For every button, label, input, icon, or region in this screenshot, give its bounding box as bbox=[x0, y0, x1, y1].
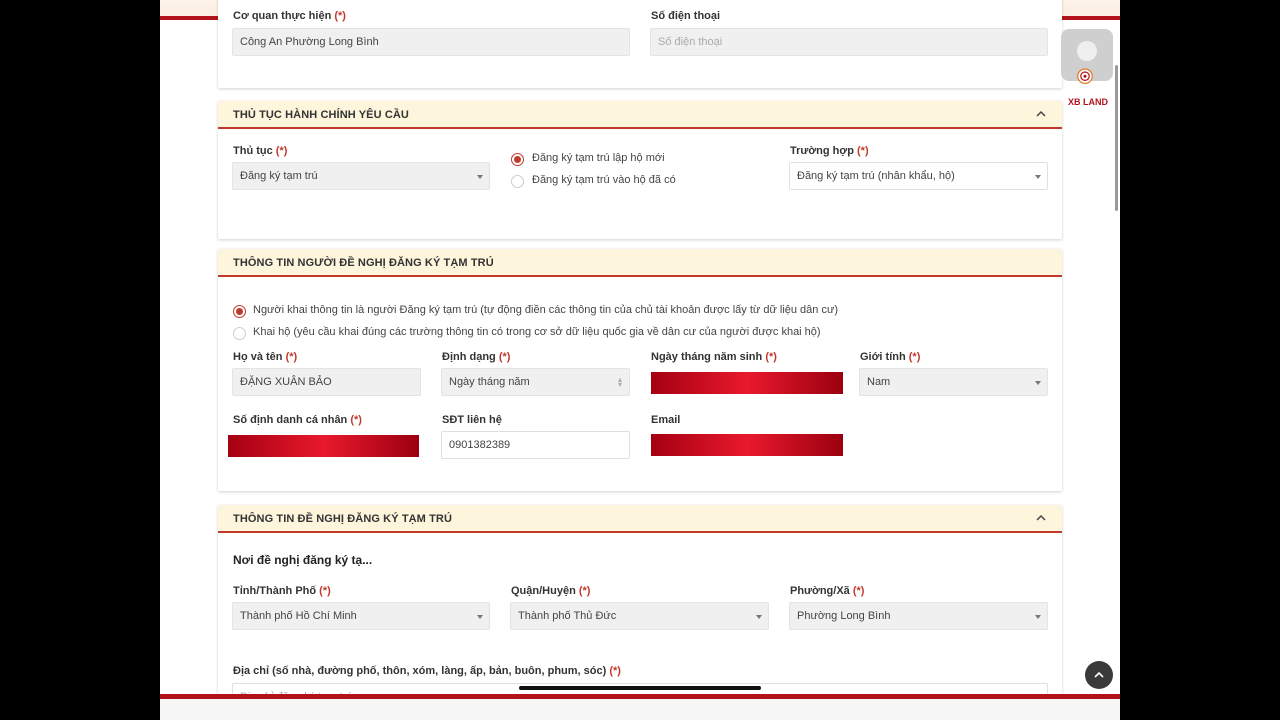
chevron-up-icon[interactable] bbox=[1034, 511, 1048, 525]
xb-land-logo bbox=[1077, 68, 1093, 84]
ward-select[interactable]: Phường Long Bình bbox=[789, 602, 1048, 630]
province-label: Tỉnh/Thành Phố (*) bbox=[233, 585, 331, 597]
chevron-down-icon bbox=[1035, 381, 1041, 385]
address-label: Địa chỉ (số nhà, đường phố, thôn, xóm, l… bbox=[233, 665, 621, 677]
procedure-select[interactable]: Đăng ký tạm trú bbox=[232, 162, 490, 190]
radio-self-declare[interactable] bbox=[233, 305, 246, 318]
radio-self-declare-label[interactable]: Người khai thông tin là người Đăng ký tạ… bbox=[253, 304, 838, 316]
scrollbar[interactable] bbox=[1115, 65, 1118, 211]
radio-new-household[interactable] bbox=[511, 153, 524, 166]
name-field[interactable]: ĐẶNG XUÂN BẢO bbox=[232, 368, 421, 396]
assistant-icon bbox=[1077, 41, 1097, 61]
agency-card: Cơ quan thực hiện (*) Công An Phường Lon… bbox=[218, 0, 1062, 88]
radio-proxy-declare[interactable] bbox=[233, 327, 246, 340]
ward-label: Phường/Xã (*) bbox=[790, 585, 865, 597]
district-select[interactable]: Thành phố Thủ Đức bbox=[510, 602, 769, 630]
procedure-card: THỦ TỤC HÀNH CHÍNH YÊU CẦU Thủ tục (*) Đ… bbox=[218, 101, 1062, 239]
sort-icon: ▴ ▾ bbox=[617, 375, 622, 389]
radio-proxy-declare-label[interactable]: Khai hộ (yêu cầu khai đúng các trường th… bbox=[253, 326, 821, 338]
radio-existing-household[interactable] bbox=[511, 175, 524, 188]
procedure-title: THỦ TỤC HÀNH CHÍNH YÊU CẦU bbox=[233, 109, 409, 121]
phone-label: Số điện thoại bbox=[651, 10, 721, 22]
request-header[interactable]: THÔNG TIN ĐỀ NGHỊ ĐĂNG KÝ TẠM TRÚ bbox=[218, 505, 1062, 533]
gender-label: Giới tính (*) bbox=[860, 351, 921, 363]
radio-new-household-label[interactable]: Đăng ký tạm trú lập hộ mới bbox=[532, 152, 665, 164]
applicant-header: THÔNG TIN NGƯỜI ĐỀ NGHỊ ĐĂNG KÝ TẠM TRÚ bbox=[218, 249, 1062, 277]
format-select[interactable]: Ngày tháng năm ▴ ▾ bbox=[441, 368, 630, 396]
name-label: Họ và tên (*) bbox=[233, 351, 298, 363]
registration-place-heading: Nơi đề nghị đăng ký tạ... bbox=[233, 553, 373, 567]
district-label: Quận/Huyện (*) bbox=[511, 585, 591, 597]
request-card: THÔNG TIN ĐỀ NGHỊ ĐĂNG KÝ TẠM TRÚ Nơi đề… bbox=[218, 505, 1062, 711]
id-number-label: Số định danh cá nhân (*) bbox=[233, 414, 362, 426]
scroll-to-top-button[interactable] bbox=[1085, 661, 1113, 689]
procedure-header[interactable]: THỦ TỤC HÀNH CHÍNH YÊU CẦU bbox=[218, 101, 1062, 129]
id-number-field-redacted[interactable] bbox=[228, 435, 419, 457]
applicant-card: THÔNG TIN NGƯỜI ĐỀ NGHỊ ĐĂNG KÝ TẠM TRÚ … bbox=[218, 249, 1062, 491]
agency-field[interactable]: Công An Phường Long Bình bbox=[232, 28, 630, 56]
chevron-down-icon bbox=[1035, 175, 1041, 179]
agency-label: Cơ quan thực hiện (*) bbox=[233, 10, 346, 22]
email-field-redacted[interactable] bbox=[651, 434, 843, 456]
format-label: Định dạng (*) bbox=[442, 351, 511, 363]
procedure-label: Thủ tục (*) bbox=[233, 145, 288, 157]
contact-phone-label: SĐT liên hệ bbox=[442, 414, 502, 426]
case-label: Trường hợp (*) bbox=[790, 145, 869, 157]
chevron-down-icon bbox=[477, 615, 483, 619]
applicant-title: THÔNG TIN NGƯỜI ĐỀ NGHỊ ĐĂNG KÝ TẠM TRÚ bbox=[233, 257, 494, 269]
chevron-down-icon bbox=[1035, 615, 1041, 619]
radio-existing-household-label[interactable]: Đăng ký tạm trú vào hộ đã có bbox=[532, 174, 676, 186]
browser-viewport: Cơ quan thực hiện (*) Công An Phường Lon… bbox=[160, 0, 1120, 720]
email-label: Email bbox=[651, 414, 681, 426]
chevron-down-icon bbox=[756, 615, 762, 619]
chevron-up-icon[interactable] bbox=[1034, 107, 1048, 121]
dob-field-redacted[interactable] bbox=[651, 372, 843, 394]
bottom-banner bbox=[160, 694, 1120, 720]
dob-label: Ngày tháng năm sinh (*) bbox=[651, 351, 777, 363]
request-title: THÔNG TIN ĐỀ NGHỊ ĐĂNG KÝ TẠM TRÚ bbox=[233, 513, 453, 525]
gender-select[interactable]: Nam bbox=[859, 368, 1048, 396]
chevron-down-icon bbox=[477, 175, 483, 179]
chevron-up-icon bbox=[1094, 671, 1104, 678]
home-indicator bbox=[519, 686, 761, 690]
xb-land-logo-text: XB LAND bbox=[1068, 97, 1108, 107]
phone-field[interactable]: Số điện thoại bbox=[650, 28, 1048, 56]
province-select[interactable]: Thành phố Hồ Chí Minh bbox=[232, 602, 490, 630]
case-select[interactable]: Đăng ký tạm trú (nhân khẩu, hộ) bbox=[789, 162, 1048, 190]
contact-phone-field[interactable]: 0901382389 bbox=[441, 431, 630, 459]
